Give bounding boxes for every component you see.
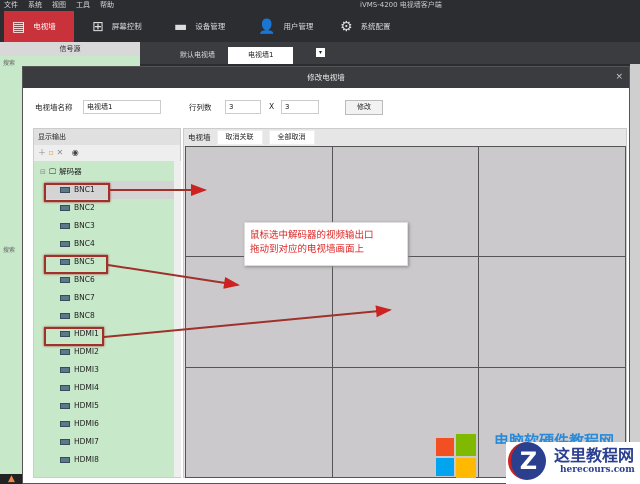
- instruction-callout: 鼠标选中解码器的视频输出口 拖动到对应的电视墙画面上: [244, 222, 408, 266]
- watermark-brand: 这里教程网: [554, 446, 635, 465]
- windows-logo: [436, 434, 476, 478]
- watermark-url: herecours.com: [560, 465, 635, 475]
- callout-line-1: 鼠标选中解码器的视频输出口: [250, 230, 374, 241]
- z-logo: Z: [508, 442, 546, 480]
- arrow-hdmi1: [103, 305, 392, 338]
- watermark: 电脑软硬件教程网 Z 这里教程网 herecours.com: [436, 428, 640, 484]
- callout-line-2: 拖动到对应的电视墙画面上: [250, 244, 365, 255]
- arrow-bnc5: [107, 264, 240, 289]
